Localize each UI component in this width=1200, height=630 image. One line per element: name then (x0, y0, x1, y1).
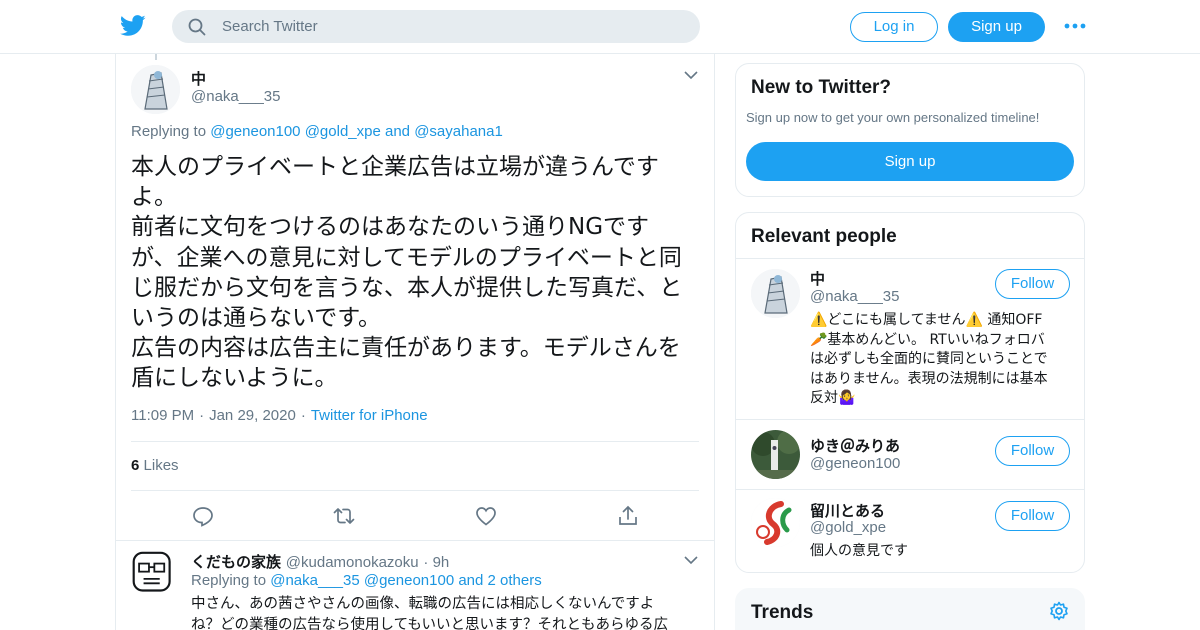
person-avatar[interactable] (751, 430, 800, 479)
likes-number: 6 (131, 457, 139, 474)
tweet-column: 中 @naka___35 Replying to @geneon100 @gol… (115, 54, 715, 630)
bio-line: 反対🤷‍♀️ (810, 389, 1048, 409)
likes-count[interactable]: 6 Likes (131, 457, 179, 474)
avatar-photo-icon (751, 430, 800, 479)
card-title: Trends (751, 602, 813, 624)
tweet-date[interactable]: Jan 29, 2020 (209, 407, 296, 424)
tweet-text-line: が、企業への意見に対してモデルのプライベートと同 (131, 243, 706, 273)
person-name[interactable]: 留川とある (810, 500, 885, 521)
avatar-illustration-icon (131, 65, 180, 114)
mention-link[interactable]: @naka___35 (270, 572, 359, 589)
search-bar[interactable] (172, 10, 700, 43)
mention-link[interactable]: @geneon100 (364, 572, 454, 589)
reply-icon[interactable] (191, 504, 215, 528)
gear-icon[interactable] (1049, 601, 1069, 621)
signup-button[interactable]: Sign up (948, 12, 1045, 42)
thread-connector (155, 54, 157, 60)
avatar-illustration-icon (751, 269, 800, 318)
likes-label: Likes (144, 457, 179, 474)
replying-to-prefix: Replying to (191, 572, 266, 589)
reply-text-line: ね？どの業種の広告なら使用してもいいと思います？それともあらゆる広 (191, 615, 701, 630)
author-avatar[interactable] (131, 65, 180, 114)
tweet-text-line: 広告の内容は広告主に責任があります。モデルさんを (131, 333, 706, 363)
bio-line: はありません。表現の法規制には基本 (810, 370, 1048, 390)
person-handle[interactable]: @naka___35 (810, 288, 899, 305)
top-bar: Log in Sign up (0, 0, 1200, 54)
twitter-bird-icon[interactable] (120, 14, 146, 38)
retweet-icon[interactable] (332, 504, 356, 528)
mention-link[interactable]: @sayahana1 (414, 123, 503, 140)
bio-line: 🥕基本めんどい。 RTいいねフォロバ (810, 331, 1048, 351)
tweet-source-link[interactable]: Twitter for iPhone (311, 407, 428, 424)
replying-to: Replying to @geneon100 @gold_xpe and @sa… (131, 123, 503, 140)
bio-line: は必ずしも全面的に賛同ということで (810, 350, 1048, 370)
author-name[interactable]: 中 (191, 68, 206, 89)
card-subtitle: Sign up now to get your own personalized… (746, 110, 1039, 125)
divider (736, 419, 1084, 420)
person-name[interactable]: 中 (810, 268, 825, 289)
chevron-down-icon[interactable] (684, 70, 698, 80)
reply-text: 中さん、あの茜さやさんの画像、転職の広告には相応しくないんですよ ね？どの業種の… (191, 594, 701, 630)
replying-to-prefix: Replying to (131, 123, 206, 140)
divider (736, 258, 1084, 259)
divider (131, 490, 699, 491)
reply-author-name[interactable]: くだもの家族 (191, 553, 281, 571)
relevant-people-card: Relevant people 中 @naka___35 Follow ⚠️どこ… (735, 212, 1085, 573)
divider (131, 441, 699, 442)
person-avatar[interactable] (751, 269, 800, 318)
tweet-text-line: じ服だから文句を言うな、本人が提供した写真だ、と (131, 273, 706, 303)
tweet-text: 本人のプライベートと企業広告は立場が違うんです よ。 前者に文句をつけるのはあな… (131, 152, 706, 394)
reply-time[interactable]: 9h (433, 554, 450, 571)
chevron-down-icon[interactable] (684, 555, 698, 565)
tweet-text-line: 前者に文句をつけるのはあなたのいう通りNGです (131, 212, 706, 242)
avatar-face-icon (131, 551, 175, 595)
person-handle[interactable]: @gold_xpe (810, 519, 886, 536)
person-name[interactable]: ゆき＠みりあ (810, 435, 900, 456)
person-bio: ⚠️どこにも属してません⚠️ 通知OFF 🥕基本めんどい。 RTいいねフォロバ … (810, 311, 1048, 409)
follow-button[interactable]: Follow (995, 436, 1070, 466)
new-to-twitter-card: New to Twitter? Sign up now to get your … (735, 63, 1085, 197)
tweet-text-line: 本人のプライベートと企業広告は立場が違うんです (131, 152, 706, 182)
bio-line: 個人の意見です (810, 542, 908, 562)
person-handle[interactable]: @geneon100 (810, 455, 900, 472)
card-title: New to Twitter? (751, 77, 891, 99)
tweet-text-line: いうのは通らないです。 (131, 303, 706, 333)
divider (116, 540, 714, 541)
card-title: Relevant people (751, 226, 897, 248)
follow-button[interactable]: Follow (995, 269, 1070, 299)
person-avatar[interactable] (751, 498, 800, 547)
mention-link[interactable]: @geneon100 (210, 123, 300, 140)
tweet-text-line: よ。 (131, 182, 706, 212)
divider (736, 489, 1084, 490)
search-icon (188, 18, 206, 36)
reply-header: くだもの家族 @kudamonokazoku · 9h (191, 551, 449, 572)
reply-author-handle[interactable]: @kudamonokazoku (286, 554, 419, 571)
sidebar-signup-button[interactable]: Sign up (746, 142, 1074, 181)
tweet-text-line: 盾にしないように。 (131, 363, 706, 393)
reply-text-line: 中さん、あの茜さやさんの画像、転職の広告には相応しくないんですよ (191, 594, 701, 615)
reply-author-avatar[interactable] (131, 551, 180, 600)
avatar-logo-icon (751, 498, 800, 547)
bio-line: ⚠️どこにも属してません⚠️ 通知OFF (810, 311, 1048, 331)
tweet-meta: 11:09 PM·Jan 29, 2020·Twitter for iPhone (131, 407, 428, 424)
search-input[interactable] (222, 10, 682, 43)
mention-others-link[interactable]: and 2 others (458, 572, 541, 589)
mention-link[interactable]: @gold_xpe (305, 123, 381, 140)
person-bio: 個人の意見です (810, 542, 908, 562)
share-icon[interactable] (616, 504, 640, 528)
more-options-icon[interactable] (1064, 22, 1086, 30)
follow-button[interactable]: Follow (995, 501, 1070, 531)
like-heart-icon[interactable] (474, 504, 498, 528)
login-button[interactable]: Log in (850, 12, 938, 42)
reply-replying-to: Replying to @naka___35 @geneon100 and 2 … (191, 572, 542, 589)
trends-card: Trends (735, 588, 1085, 630)
author-handle[interactable]: @naka___35 (191, 88, 280, 105)
tweet-time[interactable]: 11:09 PM (131, 407, 194, 424)
mention-and: and (385, 123, 410, 140)
